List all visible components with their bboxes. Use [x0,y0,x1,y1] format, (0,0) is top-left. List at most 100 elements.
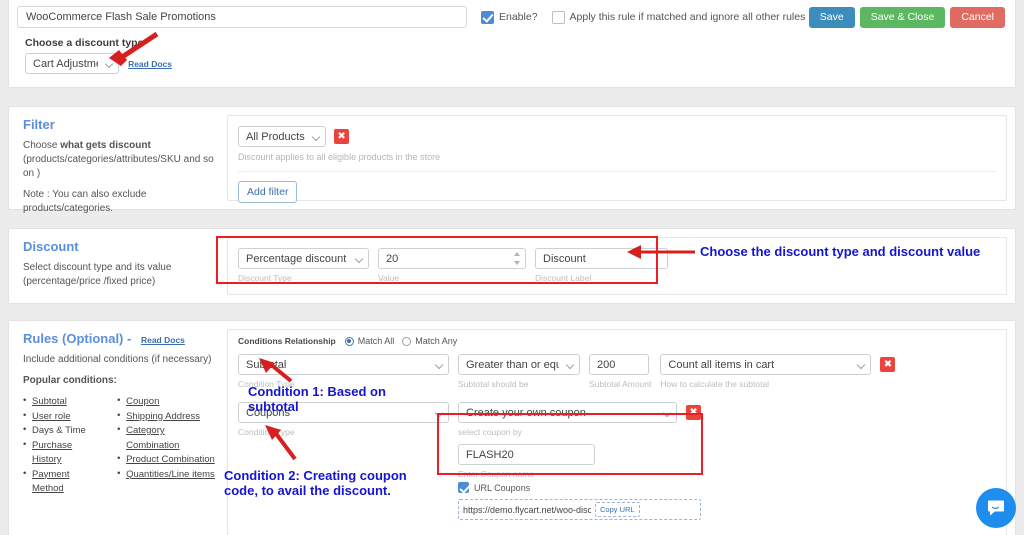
popular-conditions-title: Popular conditions: [23,375,117,386]
list-item[interactable]: Subtotal [23,394,103,410]
condition2-select-by-row: Create your own coupon ✖ [458,402,702,423]
condition1-operator-field: Greater than or equal ( >= ) Subtotal sh… [458,354,580,389]
list-item[interactable]: Product Combination [117,452,219,468]
discount-type-field: Percentage discount Discount Type [238,248,369,283]
match-any-radio[interactable] [402,336,412,346]
list-item[interactable]: User role [23,409,103,425]
conditions-relationship-row: Conditions Relationship Match All Match … [228,330,1006,346]
condition2-remove-button[interactable]: ✖ [686,405,702,421]
read-docs-link-top[interactable]: Read Docs [128,59,172,69]
apply-rule-label: Apply this rule if matched and ignore al… [569,11,806,23]
enable-checkbox[interactable] [481,10,494,24]
apply-rule-checkbox[interactable] [551,10,565,24]
discount-type-label: Choose a discount type [25,37,144,49]
popular-conditions-col-1: Subtotal User role Days & Time Purchase … [23,394,103,497]
condition-link-quantities-line-items[interactable]: Quantities/Line items [126,469,215,480]
condition1-operator-field-label: Subtotal should be [458,379,529,389]
discount-right-panel: Percentage discount Discount Type Value … [227,237,1007,295]
discount-type-field-label: Discount Type [238,273,292,283]
condition1-calc-field: Count all items in cart How to calculate… [660,354,872,389]
list-item[interactable]: Coupon [117,394,219,410]
condition-link-coupon[interactable]: Coupon [126,396,159,407]
condition1-type-field: Subtotal Condition Type [238,354,449,389]
discount-label-input[interactable] [535,248,668,269]
action-buttons: Save Save & Close Cancel [808,6,1007,28]
discount-label-field-label: Discount Label [535,273,592,283]
condition1-remove-button[interactable]: ✖ [880,357,896,372]
condition2-select-by-wrap: Create your own coupon [458,402,677,423]
rule-title-row: Enable? Apply this rule if matched and i… [9,0,1015,28]
rules-heading-text: Rules (Optional) - [23,331,132,346]
condition2-type-select[interactable]: Coupons [238,402,449,423]
save-button[interactable]: Save [808,6,855,28]
list-item[interactable]: Shipping Address [117,409,219,425]
chat-launcher-button[interactable] [976,488,1016,528]
filter-card: Filter Choose what gets discount (produc… [8,106,1016,214]
filter-note: Note : You can also exclude products/cat… [23,189,147,214]
filter-right-panel: All Products ✖ Discount applies to all e… [227,115,1007,203]
discount-description: Select discount type and its value (perc… [23,262,172,287]
discount-value-field: Value [378,248,526,283]
condition1-operator-wrap: Greater than or equal ( >= ) [458,354,580,375]
enable-label: Enable? [499,11,538,23]
condition1-operator-select[interactable]: Greater than or equal ( >= ) [458,354,580,375]
url-coupons-row: URL Coupons [458,482,701,493]
condition1-calc-field-label: How to calculate the subtotal [660,379,770,389]
condition-link-purchase-history[interactable]: Purchase History [32,440,72,466]
condition1-amount-field: Subtotal Amount [589,354,651,389]
rules-card: Rules (Optional) - Read Docs Include add… [8,320,1016,535]
url-coupons-checkbox[interactable] [458,482,469,493]
discount-type-select-2[interactable]: Percentage discount [238,248,369,269]
condition2-select-by-select[interactable]: Create your own coupon [458,402,677,423]
discount-type-section: Choose a discount type Cart Adjustment R… [9,28,1015,74]
condition-link-product-combination[interactable]: Product Combination [126,454,215,465]
condition2-type-wrap: Coupons [238,402,449,423]
condition-link-payment-method[interactable]: Payment Method [32,469,70,495]
coupon-name-input[interactable] [458,444,595,465]
list-item[interactable]: Purchase History [23,438,103,468]
list-item[interactable]: Days & Time [23,423,103,439]
filter-product-select[interactable]: All Products [238,126,326,147]
discount-heading: Discount [23,239,79,254]
list-item[interactable]: Category Combination [117,423,219,453]
condition1-calc-select[interactable]: Count all items in cart [660,354,872,375]
discount-type-select-wrap: Cart Adjustment [25,53,119,74]
discount-value-input[interactable] [378,248,526,269]
condition1-amount-input[interactable] [589,354,649,375]
match-all-label: Match All [357,336,395,346]
rule-title-input[interactable] [17,6,467,28]
popular-conditions-col-2: Coupon Shipping Address Category Combina… [117,394,219,497]
discount-fields-row: Percentage discount Discount Type Value … [228,238,1006,283]
condition1-amount-field-label: Subtotal Amount [589,379,652,389]
filter-description: Choose what gets discount (products/cate… [23,139,219,181]
coupon-url-text: https://demo.flycart.net/woo-discou [463,504,591,515]
save-and-close-button[interactable]: Save & Close [859,6,946,28]
filter-remove-button[interactable]: ✖ [334,129,350,145]
product-select-wrap: All Products [238,126,326,147]
condition-link-user-role[interactable]: User role [32,411,71,422]
condition-link-subtotal[interactable]: Subtotal [32,396,67,407]
filter-row: All Products ✖ Discount applies to all e… [228,116,1006,203]
condition1-type-select[interactable]: Subtotal [238,354,449,375]
copy-url-button[interactable]: Copy URL [595,502,640,517]
match-all-radio[interactable] [344,336,354,346]
filter-desc-suffix: (products/categories/attributes/SKU and … [23,154,214,179]
condition-link-days-time: Days & Time [32,425,86,436]
cancel-button[interactable]: Cancel [950,6,1005,28]
filter-divider [238,171,996,172]
add-filter-button[interactable]: Add filter [238,181,298,203]
read-docs-link-rules[interactable]: Read Docs [141,335,185,345]
url-coupons-label: URL Coupons [474,482,531,493]
condition2-type-field-label: Condition Type [238,427,295,437]
filter-desc-bold: what gets discount [60,140,151,151]
condition-link-category-combination[interactable]: Category Combination [126,425,179,451]
coupon-url-box: https://demo.flycart.net/woo-discou Copy… [458,499,702,520]
condition2-type-field: Coupons Condition Type [238,402,449,437]
match-any-label: Match Any [415,336,458,346]
filter-hint: Discount applies to all eligible product… [238,152,441,162]
list-item[interactable]: Quantities/Line items [117,467,219,483]
conditions-relationship-label: Conditions Relationship [238,336,336,346]
list-item[interactable]: Payment Method [23,467,103,497]
discount-type-select[interactable]: Cart Adjustment [25,53,119,74]
condition-link-shipping-address[interactable]: Shipping Address [126,411,200,422]
